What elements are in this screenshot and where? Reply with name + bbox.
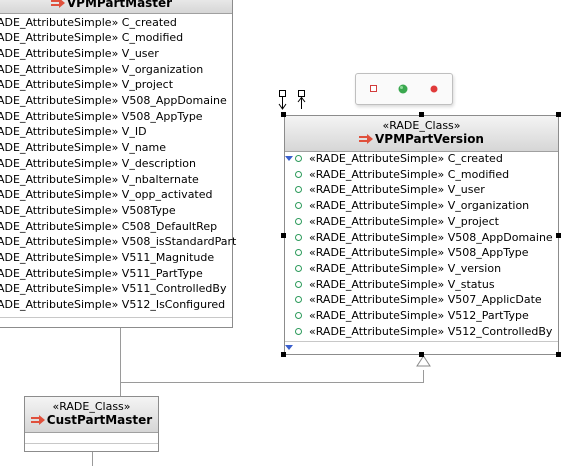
attribute-label: ADE_AttributeSimple» C_created bbox=[0, 15, 177, 29]
attribute-label: ADE_AttributeSimple» V508Type bbox=[0, 203, 176, 217]
class-header: «RADE_Class» CustPartMaster bbox=[25, 397, 158, 433]
attribute-label: ADE_AttributeSimple» V511_PartType bbox=[0, 266, 203, 280]
attribute-marker-icon bbox=[295, 264, 302, 272]
attribute-label: ADE_AttributeSimple» V511_ControlledBy bbox=[0, 282, 227, 296]
attribute-marker-icon bbox=[295, 217, 302, 225]
attribute-marker-icon bbox=[295, 155, 302, 162]
compartment-divider bbox=[0, 317, 232, 318]
class-header: VPMPartMaster bbox=[0, 0, 232, 14]
incoming-connection-handle-icon[interactable] bbox=[277, 89, 289, 111]
attribute-marker-icon bbox=[295, 233, 302, 241]
selection-handle-e[interactable] bbox=[556, 233, 561, 238]
attribute-marker-icon bbox=[295, 327, 302, 335]
green-dot-icon[interactable] bbox=[396, 82, 410, 96]
attribute-label: ADE_AttributeSimple» V_ID bbox=[0, 125, 147, 139]
attribute-label: «RADE_AttributeSimple» C_modified bbox=[309, 167, 510, 181]
attribute-marker-icon bbox=[295, 170, 302, 178]
attribute-label: «RADE_AttributeSimple» V508_AppDomaine bbox=[309, 230, 553, 244]
attribute-label: «RADE_AttributeSimple» C_created bbox=[309, 152, 503, 165]
attribute-label: «RADE_AttributeSimple» V_user bbox=[309, 183, 485, 197]
attribute-label: «RADE_AttributeSimple» V_version bbox=[309, 261, 502, 275]
attribute-marker-icon bbox=[295, 186, 302, 194]
attribute-label: ADE_AttributeSimple» V508_AppType bbox=[0, 109, 203, 123]
attribute-label: ADE_AttributeSimple» V_nbalternate bbox=[0, 172, 199, 186]
attribute-label: ADE_AttributeSimple» V_name bbox=[0, 141, 167, 155]
note-icon[interactable] bbox=[369, 84, 379, 94]
attribute-label: ADE_AttributeSimple» C508_DefaultRep bbox=[0, 219, 218, 233]
attribute-label: ADE_AttributeSimple» V512_IsConfigured bbox=[0, 298, 226, 312]
class-name: VPMPartVersion bbox=[375, 132, 484, 146]
class-icon bbox=[359, 134, 373, 144]
selection-handle-se[interactable] bbox=[556, 352, 561, 357]
class-name: VPMPartMaster bbox=[66, 0, 173, 10]
cust-down-link[interactable] bbox=[92, 451, 93, 466]
collapse-operations-icon[interactable] bbox=[285, 345, 293, 350]
attribute-label: «RADE_AttributeSimple» V_organization bbox=[309, 199, 530, 213]
selection-handle-w[interactable] bbox=[281, 233, 286, 238]
class-icon bbox=[30, 415, 45, 425]
attribute-marker-icon bbox=[295, 312, 302, 319]
attribute-label: ADE_AttributeSimple» C_modified bbox=[0, 31, 184, 45]
selection-handle-ne[interactable] bbox=[556, 112, 561, 117]
attribute-label: ADE_AttributeSimple» V_organization bbox=[0, 62, 204, 76]
class-icon bbox=[50, 0, 65, 8]
attribute-label: «RADE_AttributeSimple» V512_PartType bbox=[309, 309, 529, 322]
outgoing-connection-handle-icon[interactable] bbox=[296, 89, 308, 111]
attribute-marker-icon bbox=[295, 280, 302, 288]
attribute-label: ADE_AttributeSimple» V_project bbox=[0, 78, 174, 92]
class-vpm-part-master[interactable]: VPMPartMaster ADE_AttributeSimple» C_cre… bbox=[0, 0, 237, 328]
class-header: «RADE_Class» VPMPartVersion bbox=[285, 116, 558, 152]
compartment-divider bbox=[25, 443, 158, 444]
attribute-label: «RADE_AttributeSimple» V507_ApplicDate bbox=[309, 293, 542, 307]
class-cust-part-master[interactable]: «RADE_Class» CustPartMaster bbox=[24, 396, 159, 452]
attribute-label: «RADE_AttributeSimple» V_project bbox=[309, 214, 499, 228]
class-name: CustPartMaster bbox=[46, 413, 153, 427]
selection-handle-s[interactable] bbox=[419, 352, 424, 357]
class-stereotype: «RADE_Class» bbox=[52, 400, 131, 413]
master-to-cust-link[interactable] bbox=[120, 328, 121, 396]
selection-handle-sw[interactable] bbox=[281, 352, 286, 357]
selection-handle-nw[interactable] bbox=[281, 112, 286, 117]
attribute-marker-icon bbox=[295, 249, 302, 257]
attribute-label: «RADE_AttributeSimple» V_status bbox=[309, 277, 495, 291]
class-stereotype: «RADE_Class» bbox=[382, 119, 461, 132]
generalization-link-horizontal[interactable] bbox=[120, 382, 424, 383]
class-vpm-part-version[interactable]: «RADE_Class» VPMPartVersion «RADE_Attrib… bbox=[284, 115, 559, 355]
attribute-label: ADE_AttributeSimple» V508_isStandardPart bbox=[0, 235, 237, 249]
attribute-label: ADE_AttributeSimple» V508_AppDomaine bbox=[0, 94, 227, 107]
attribute-marker-icon bbox=[295, 202, 302, 210]
attribute-label: ADE_AttributeSimple» V_description bbox=[0, 156, 196, 170]
attribute-marker-icon bbox=[295, 296, 302, 304]
compartment-divider bbox=[285, 341, 558, 342]
attribute-label: ADE_AttributeSimple» V_opp_activated bbox=[0, 188, 213, 202]
popup-palette bbox=[355, 73, 453, 105]
selection-handle-n[interactable] bbox=[419, 112, 424, 117]
red-dot-icon[interactable] bbox=[428, 83, 440, 95]
attribute-label: ADE_AttributeSimple» V511_Magnitude bbox=[0, 251, 215, 264]
attribute-label: «RADE_AttributeSimple» V508_AppType bbox=[309, 246, 529, 260]
attribute-label: ADE_AttributeSimple» V_user bbox=[0, 46, 159, 60]
collapse-attributes-icon[interactable] bbox=[285, 156, 293, 161]
attribute-label: «RADE_AttributeSimple» V512_ControlledBy bbox=[309, 324, 553, 338]
